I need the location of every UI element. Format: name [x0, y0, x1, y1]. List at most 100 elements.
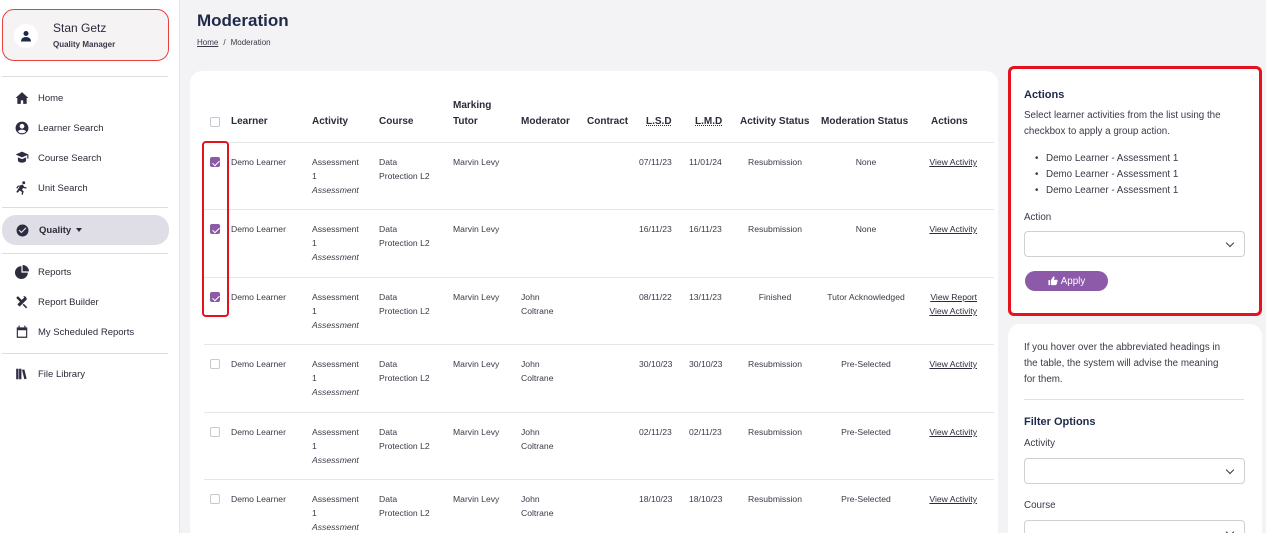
- cell-moderator-line1: John: [521, 494, 540, 504]
- cell-activity-line1: Assessment: [312, 427, 359, 437]
- cell-moderator-line2: Coltrane: [521, 373, 554, 383]
- cell-lsd: 18/10/23: [639, 494, 673, 504]
- activity-filter-select[interactable]: [1024, 458, 1245, 484]
- row-checkbox[interactable]: [210, 359, 220, 369]
- breadcrumb-home-link[interactable]: Home: [197, 38, 218, 47]
- user-circle-icon: [15, 121, 29, 135]
- header-course[interactable]: Course: [379, 115, 413, 129]
- nav-course-search-label: Course Search: [38, 152, 102, 164]
- caret-down-icon: [76, 228, 83, 232]
- sidebar: Stan Getz Quality Manager Home Learner S…: [0, 0, 180, 533]
- nav-home-label: Home: [38, 92, 64, 104]
- select-all-checkbox[interactable]: [210, 117, 220, 127]
- row-divider: [204, 277, 994, 278]
- row-divider: [204, 209, 994, 210]
- tools-icon: [16, 296, 28, 309]
- nav-unit-search-label: Unit Search: [38, 182, 88, 194]
- apply-button[interactable]: Apply: [1025, 271, 1108, 291]
- view-report-link[interactable]: View Report: [910, 290, 977, 304]
- nav-course-search[interactable]: Course Search: [15, 148, 101, 168]
- cell-lsd: 02/11/23: [639, 427, 672, 437]
- divider: [1024, 399, 1244, 400]
- view-activity-link[interactable]: View Activity: [910, 222, 977, 236]
- cell-moderator: John Coltrane: [521, 290, 553, 318]
- cell-activity-line1: Assessment: [312, 224, 359, 234]
- row-checkbox[interactable]: [210, 494, 220, 504]
- cell-course-line2: Protection L2: [379, 441, 430, 451]
- view-activity-link[interactable]: View Activity: [910, 357, 977, 371]
- header-activity-status[interactable]: Activity Status: [740, 115, 809, 129]
- nav-reports[interactable]: Reports: [15, 262, 71, 282]
- cell-lmd: 30/10/23: [689, 359, 723, 369]
- chevron-down-icon: [1225, 238, 1235, 248]
- header-actions: Actions: [931, 116, 968, 127]
- header-contract[interactable]: Contract: [587, 115, 628, 129]
- cell-course-line2: Protection L2: [379, 171, 430, 181]
- header-lsd[interactable]: L.S.D: [646, 115, 672, 129]
- header-moderator[interactable]: Moderator: [521, 115, 570, 129]
- cell-activity-type: Assessment: [312, 252, 359, 262]
- cell-activity: Assessment 1 Assessment: [312, 492, 359, 533]
- header-activity[interactable]: Activity: [312, 115, 348, 129]
- cell-activity-line2: 1: [312, 238, 317, 248]
- cell-course-line2: Protection L2: [379, 238, 430, 248]
- cell-moderator-line1: John: [521, 427, 540, 437]
- user-card[interactable]: Stan Getz Quality Manager: [2, 9, 169, 61]
- cell-activity-type: Assessment: [312, 185, 359, 195]
- nav-quality[interactable]: Quality: [2, 215, 169, 245]
- person-running-icon: [16, 181, 27, 195]
- checkbox-highlight-box: [202, 141, 229, 317]
- moderation-table-card: Learner Activity Course Marking Tutor Mo…: [190, 71, 998, 533]
- action-select[interactable]: [1024, 231, 1245, 257]
- view-activity-link[interactable]: View Activity: [910, 492, 977, 506]
- calendar-icon: [16, 325, 28, 338]
- breadcrumb: Home / Moderation: [197, 38, 271, 47]
- cell-lmd: 18/10/23: [689, 494, 723, 504]
- nav-file-library[interactable]: File Library: [15, 364, 85, 384]
- nav-report-builder[interactable]: Report Builder: [15, 292, 99, 312]
- view-activity-link[interactable]: View Activity: [910, 425, 977, 439]
- nav-scheduled-reports-label: My Scheduled Reports: [38, 326, 135, 338]
- cell-learner: Demo Learner: [231, 359, 286, 369]
- cell-activity-status: Finished: [758, 292, 792, 302]
- cell-lsd: 07/11/23: [639, 157, 672, 167]
- cell-course-line2: Protection L2: [379, 306, 430, 316]
- teacher-icon: [15, 151, 29, 163]
- view-activity-link[interactable]: View Activity: [910, 155, 977, 169]
- cell-lmd: 02/11/23: [689, 427, 722, 437]
- cell-activity-status: Resubmission: [748, 494, 802, 504]
- cell-lsd: 08/11/22: [639, 292, 672, 302]
- breadcrumb-separator: /: [223, 38, 226, 47]
- divider: [2, 76, 168, 77]
- nav-learner-search[interactable]: Learner Search: [15, 118, 103, 138]
- cell-moderation-status: None: [855, 157, 877, 167]
- header-lmd[interactable]: L.M.D: [695, 115, 722, 129]
- cell-course: Data Protection L2: [379, 222, 430, 250]
- header-marking-tutor-line2: Tutor: [453, 116, 478, 127]
- view-activity-link[interactable]: View Activity: [910, 304, 977, 318]
- cell-activity-line2: 1: [312, 441, 317, 451]
- nav-home[interactable]: Home: [15, 88, 63, 108]
- cell-moderation-status: Pre-Selected: [841, 427, 891, 437]
- nav-scheduled-reports[interactable]: My Scheduled Reports: [15, 322, 134, 342]
- header-moderation-status[interactable]: Moderation Status: [821, 115, 908, 129]
- row-divider: [204, 479, 994, 480]
- header-learner[interactable]: Learner: [231, 115, 268, 129]
- cell-learner: Demo Learner: [231, 157, 286, 167]
- cell-moderator: John Coltrane: [521, 425, 553, 453]
- nav-unit-search[interactable]: Unit Search: [15, 178, 88, 198]
- row-divider: [204, 344, 994, 345]
- header-marking-tutor[interactable]: Marking Tutor: [453, 99, 491, 129]
- cell-tutor: Marvin Levy: [453, 157, 500, 167]
- cell-activity: Assessment 1 Assessment: [312, 357, 359, 399]
- cell-learner: Demo Learner: [231, 427, 286, 437]
- cell-tutor: Marvin Levy: [453, 292, 500, 302]
- cell-lmd: 13/11/23: [689, 292, 722, 302]
- action-label: Action: [1024, 212, 1052, 223]
- cell-activity-line1: Assessment: [312, 359, 359, 369]
- cell-tutor: Marvin Levy: [453, 359, 500, 369]
- row-checkbox[interactable]: [210, 427, 220, 437]
- selected-item: Demo Learner - Assessment 1: [1035, 169, 1178, 180]
- course-filter-select[interactable]: [1024, 520, 1245, 533]
- cell-activity-status: Resubmission: [748, 359, 802, 369]
